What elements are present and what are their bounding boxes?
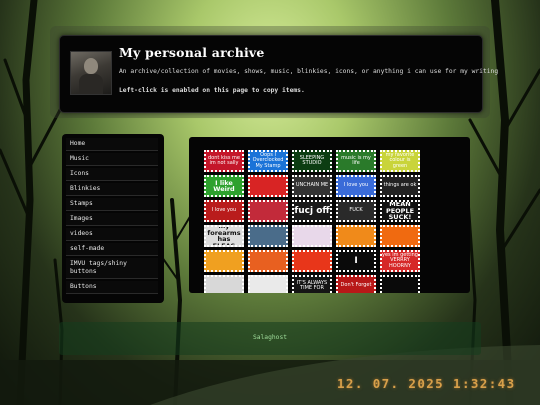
stamp-item[interactable]: dont kiss me im not sally (204, 150, 244, 172)
stamp-item[interactable] (380, 275, 420, 293)
stamp-item[interactable]: my favorite colour is green (380, 150, 420, 172)
stamp-item[interactable]: music is my life (336, 150, 376, 172)
stamp-item[interactable]: I love you (204, 200, 244, 222)
sidebar-item-buttons[interactable]: Buttons (66, 281, 158, 294)
page-title: My personal archive (119, 45, 265, 60)
stamp-item[interactable] (204, 250, 244, 272)
stamp-item[interactable]: SLEEPING STUDIO (292, 150, 332, 172)
header-panel: My personal archive An archive/collectio… (59, 35, 498, 113)
stamp-item[interactable]: fucj off (292, 200, 332, 222)
sidebar-item-home[interactable]: Home (66, 138, 158, 151)
camera-datestamp: 12. 07. 2025 1:32:43 (337, 376, 516, 391)
stamp-item[interactable]: FUCK (336, 200, 376, 222)
sidebar-item-music[interactable]: Music (66, 153, 158, 166)
stamp-gallery: dont kiss me im not sally Oops I Overcloc… (189, 137, 470, 293)
sidebar-item-stamps[interactable]: Stamps (66, 198, 158, 211)
stamp-item[interactable]: Oops I Overclocked My Stamp (248, 150, 288, 172)
sidebar-item-blinkies[interactable]: Blinkies (66, 183, 158, 196)
stamp-item[interactable]: my forearms has FLEAS (204, 225, 244, 247)
stamp-item[interactable] (292, 225, 332, 247)
sidebar-item-imvu-tags[interactable]: IMVU tags/shiny buttons (66, 258, 158, 279)
stamp-item[interactable]: IT'S ALWAYS TIME FOR (292, 275, 332, 293)
stamp-item[interactable]: MEAN PEOPLE SUCK! (380, 200, 420, 222)
sidebar-item-videos[interactable]: videos (66, 228, 158, 241)
stamp-item[interactable]: yes im getting VERRRY HOORNY (380, 250, 420, 272)
sidebar-item-icons[interactable]: Icons (66, 168, 158, 181)
stamp-item[interactable] (204, 275, 244, 293)
stamp-item[interactable] (380, 225, 420, 247)
stamp-item[interactable]: I love you (336, 175, 376, 197)
stamp-grid: dont kiss me im not sally Oops I Overcloc… (204, 150, 420, 293)
sidebar-nav: Home Music Icons Blinkies Stamps Images … (62, 134, 164, 303)
stamp-item[interactable] (248, 250, 288, 272)
footer-credit: Salaghost (252, 334, 288, 341)
stamp-item[interactable] (248, 175, 288, 197)
stamp-item[interactable]: things are ok (380, 175, 420, 197)
page-description: An archive/collection of movies, shows, … (119, 68, 499, 75)
stamp-item[interactable] (248, 275, 288, 293)
sidebar-item-self-made[interactable]: self-made (66, 243, 158, 256)
stamp-item[interactable]: Don't Forget (336, 275, 376, 293)
stamp-item[interactable]: UNCHAIN ME (292, 175, 332, 197)
sidebar-item-images[interactable]: Images (66, 213, 158, 226)
footer: Salaghost (59, 322, 481, 355)
stamp-item[interactable] (336, 225, 376, 247)
stamp-item[interactable]: I like Weird (204, 175, 244, 197)
stamp-item[interactable] (292, 250, 332, 272)
stamp-item[interactable] (248, 200, 288, 222)
stamp-item[interactable]: I (336, 250, 376, 272)
stamp-item[interactable] (248, 225, 288, 247)
avatar (70, 51, 112, 95)
copy-note: Left-click is enabled on this page to co… (119, 87, 305, 94)
